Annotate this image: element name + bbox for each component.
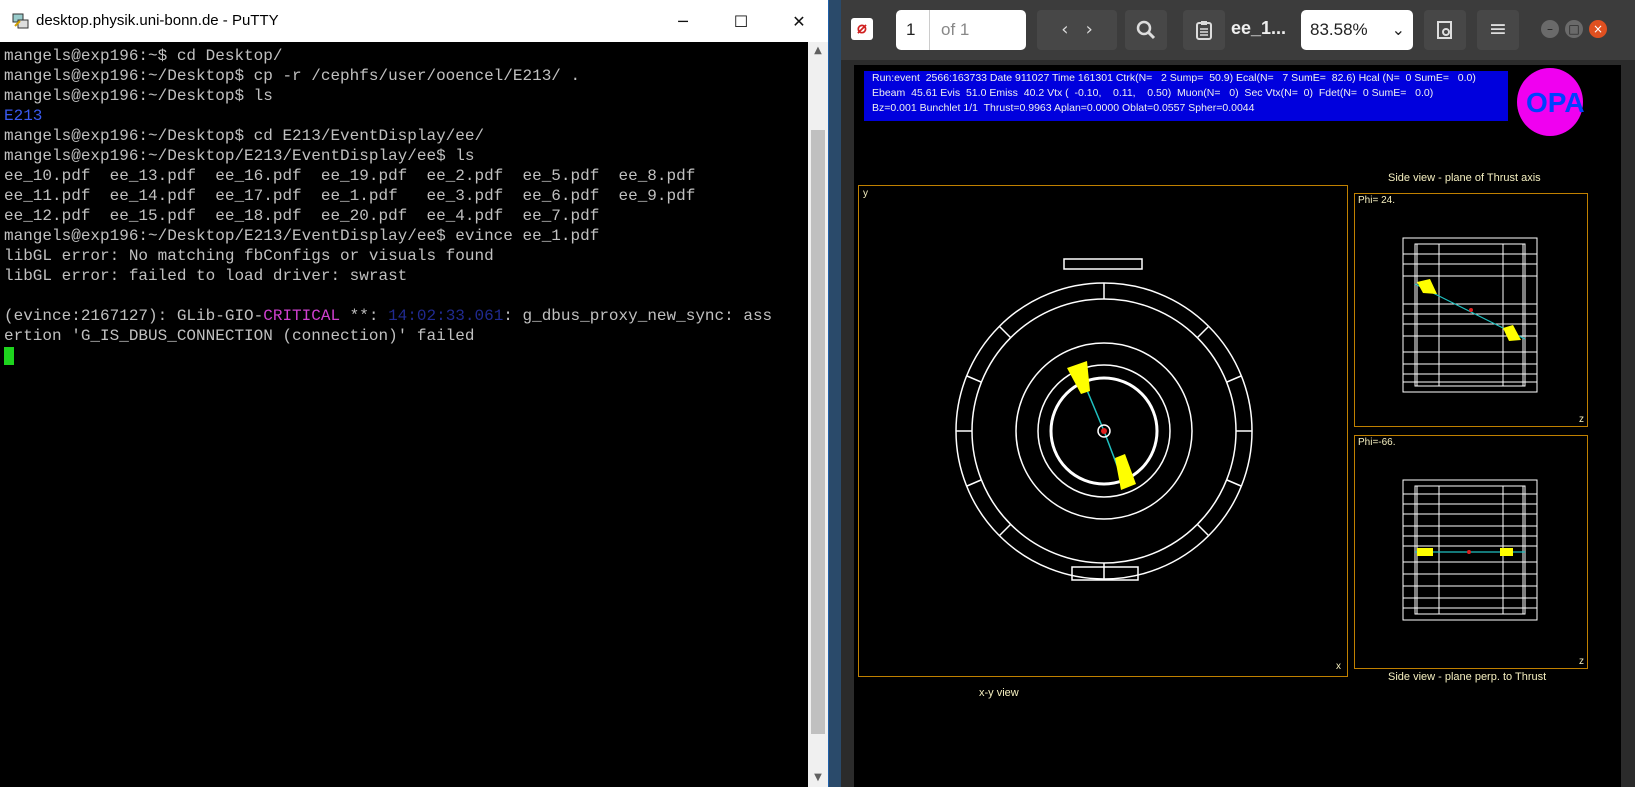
side-view-top-title: Side view - plane of Thrust axis bbox=[1388, 172, 1541, 184]
term-line: ee_12.pdf ee_15.pdf ee_18.pdf ee_20.pdf … bbox=[4, 207, 600, 225]
chevron-down-icon[interactable]: ⌄ bbox=[1392, 10, 1405, 50]
document-search-icon bbox=[1437, 21, 1452, 39]
terminal-output: mangels@exp196:~$ cd Desktop/ mangels@ex… bbox=[0, 42, 808, 366]
minimize-icon[interactable]: – bbox=[1541, 20, 1559, 38]
putty-icon bbox=[12, 13, 29, 29]
term-line: mangels@exp196:~/Desktop/E213/EventDispl… bbox=[4, 227, 600, 245]
putty-title: desktop.physik.uni-bonn.de - PuTTY bbox=[36, 12, 279, 29]
term-line: libGL error: No matching fbConfigs or vi… bbox=[4, 247, 494, 265]
page-count: of 1 bbox=[941, 20, 970, 39]
terminal-scrollbar[interactable]: ▲ ▼ bbox=[808, 42, 828, 787]
warn-line-cont: ertion 'G_IS_DBUS_CONNECTION (connection… bbox=[4, 327, 475, 345]
document-view[interactable]: Run:event 2566:163733 Date 911027 Time 1… bbox=[841, 60, 1635, 787]
search-button[interactable] bbox=[1125, 10, 1167, 50]
term-line-directory: E213 bbox=[4, 107, 43, 125]
xy-view-drawing bbox=[955, 258, 1253, 581]
evince-app-icon: ⌀ bbox=[851, 18, 873, 40]
hamburger-menu-icon[interactable]: ≡ bbox=[1489, 17, 1507, 42]
sidebar-button[interactable] bbox=[1424, 10, 1466, 50]
search-icon bbox=[1136, 20, 1156, 40]
maximize-icon[interactable]: □ bbox=[1565, 20, 1583, 38]
term-line: mangels@exp196:~/Desktop$ cd E213/EventD… bbox=[4, 127, 485, 145]
putty-window: desktop.physik.uni-bonn.de - PuTTY ─ ☐ ✕… bbox=[0, 0, 828, 787]
page-selector[interactable]: 1 of 1 bbox=[896, 10, 1026, 50]
terminal[interactable]: mangels@exp196:~$ cd Desktop/ mangels@ex… bbox=[0, 42, 808, 787]
term-line: mangels@exp196:~/Desktop$ ls bbox=[4, 87, 273, 105]
page-nav-buttons[interactable]: ‹ › bbox=[1037, 10, 1117, 50]
term-line: libGL error: failed to load driver: swra… bbox=[4, 267, 408, 285]
event-info-line-3: Bz=0.001 Bunchlet 1/1 Thrust=0.9963 Apla… bbox=[872, 102, 1255, 114]
page-number-input[interactable]: 1 bbox=[896, 10, 930, 50]
term-line: mangels@exp196:~/Desktop/E213/EventDispl… bbox=[4, 147, 475, 165]
document-title: ee_1... bbox=[1231, 18, 1287, 38]
side-view-bottom-title: Side view - plane perp. to Thrust bbox=[1388, 671, 1547, 683]
previous-page-icon[interactable]: ‹ bbox=[1061, 19, 1068, 40]
evince-headerbar: ⌀ 1 of 1 ‹ › ee_1... 83.58% ⌄ ≡ – □ × bbox=[841, 0, 1635, 60]
event-info-line-2: Ebeam 45.61 Evis 51.0 Emiss 40.2 Vtx ( -… bbox=[872, 87, 1434, 99]
side-view-bottom-frame: Phi=-66. z bbox=[1354, 435, 1588, 669]
event-info-panel: Run:event 2566:163733 Date 911027 Time 1… bbox=[864, 71, 1508, 121]
menu-button[interactable]: ≡ bbox=[1477, 10, 1519, 50]
xy-view-frame: y x bbox=[858, 185, 1348, 677]
maximize-button[interactable]: ☐ bbox=[712, 0, 770, 42]
zoom-value: 83.58% bbox=[1310, 20, 1368, 39]
opal-logo: OPAL bbox=[1517, 68, 1586, 136]
close-button[interactable]: ✕ bbox=[770, 0, 828, 42]
pdf-page: Run:event 2566:163733 Date 911027 Time 1… bbox=[854, 65, 1621, 787]
opal-logo-text: OPAL bbox=[1526, 87, 1586, 118]
event-info-line-1: Run:event 2566:163733 Date 911027 Time 1… bbox=[872, 72, 1476, 84]
side-view-top-drawing bbox=[1402, 237, 1538, 393]
term-line: mangels@exp196:~$ cd Desktop/ bbox=[4, 47, 283, 65]
annotations-button[interactable] bbox=[1183, 10, 1225, 50]
term-line: mangels@exp196:~/Desktop$ cp -r /cephfs/… bbox=[4, 67, 581, 85]
scroll-up-arrow-icon[interactable]: ▲ bbox=[808, 42, 828, 60]
warn-line: (evince:2167127): GLib-GIO-CRITICAL **: … bbox=[4, 307, 773, 325]
close-icon[interactable]: × bbox=[1589, 20, 1607, 38]
putty-titlebar[interactable]: desktop.physik.uni-bonn.de - PuTTY ─ ☐ ✕ bbox=[0, 0, 828, 42]
clipboard-icon bbox=[1196, 21, 1212, 40]
scroll-thumb[interactable] bbox=[811, 130, 825, 734]
minimize-button[interactable]: ─ bbox=[654, 0, 712, 42]
terminal-cursor bbox=[4, 346, 14, 365]
term-line: ee_11.pdf ee_14.pdf ee_17.pdf ee_1.pdf e… bbox=[4, 187, 696, 205]
side-view-bottom-drawing bbox=[1402, 479, 1538, 621]
side-view-top-frame: Phi= 24. z bbox=[1354, 193, 1588, 427]
next-page-icon[interactable]: › bbox=[1086, 19, 1093, 40]
zoom-selector[interactable]: 83.58% ⌄ bbox=[1301, 10, 1413, 50]
scroll-down-arrow-icon[interactable]: ▼ bbox=[808, 769, 828, 787]
xy-view-caption: x-y view bbox=[979, 687, 1019, 699]
term-line: ee_10.pdf ee_13.pdf ee_16.pdf ee_19.pdf … bbox=[4, 167, 696, 185]
evince-window: ⌀ 1 of 1 ‹ › ee_1... 83.58% ⌄ ≡ – □ × Ru… bbox=[841, 0, 1635, 787]
